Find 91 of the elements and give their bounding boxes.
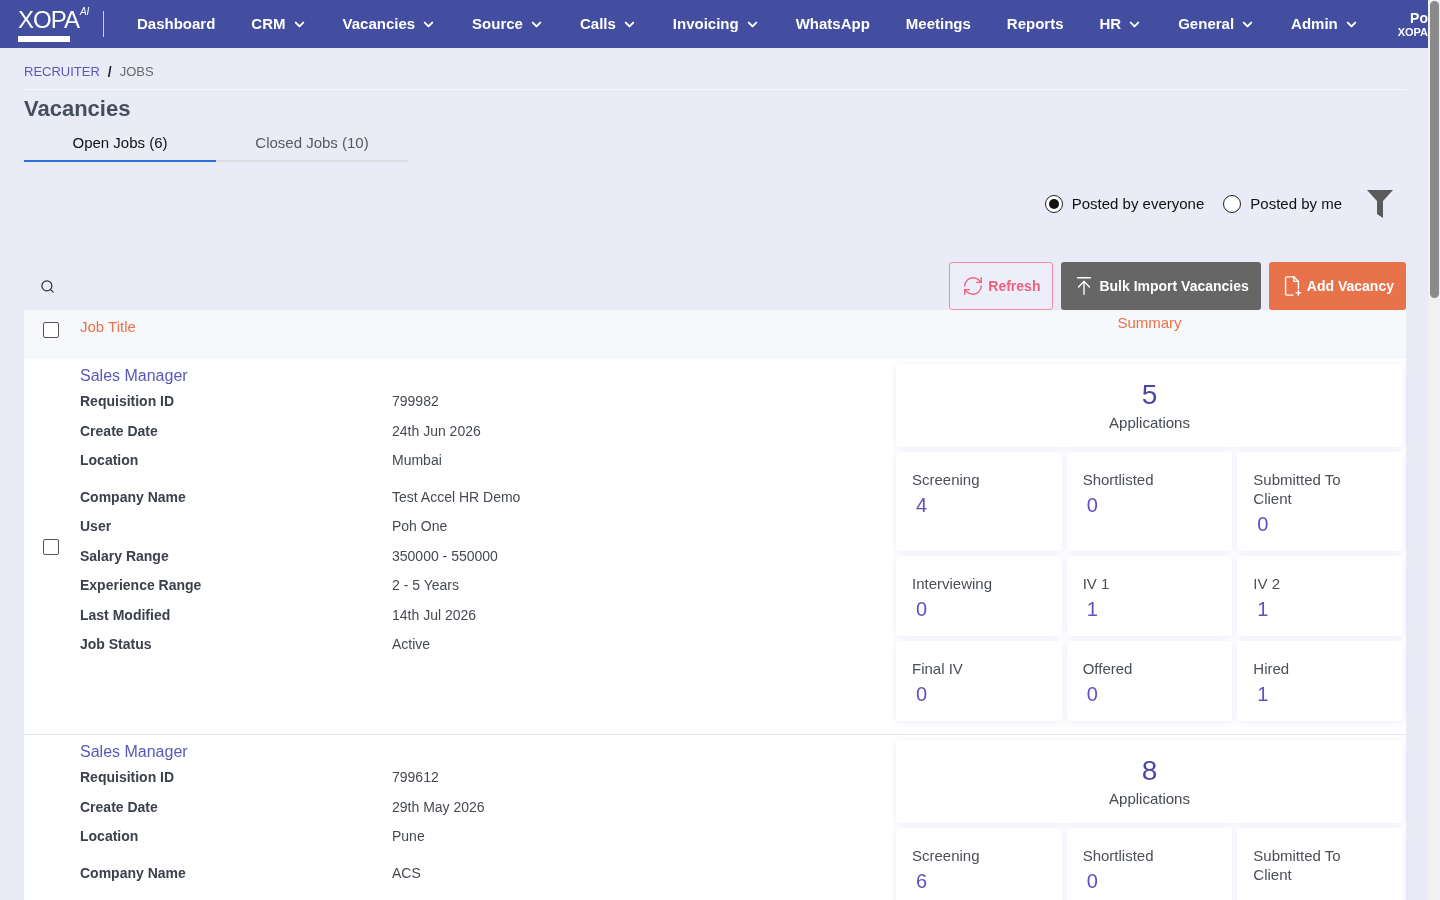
stage-label: Final IV <box>912 659 964 678</box>
stage-count: 6 <box>916 869 928 894</box>
stage-label: IV 1 <box>1082 574 1111 593</box>
breadcrumb-link[interactable]: RECRUITER <box>24 62 100 82</box>
stage-count: 0 <box>916 597 928 622</box>
stage-count: 0 <box>1086 682 1098 707</box>
stage-count: 0 <box>916 682 928 707</box>
row-checkbox[interactable] <box>43 538 59 555</box>
field-label: Requisition ID <box>80 768 175 788</box>
nav-menu-item[interactable]: CRM <box>251 12 307 36</box>
field-value: ACS <box>392 863 421 883</box>
field-value: 24th Jun 2026 <box>392 421 481 441</box>
field-label: Experience Range <box>80 576 202 596</box>
applications-count: 5 <box>1141 378 1158 412</box>
scrollbar-thumb[interactable] <box>1429 1 1439 298</box>
nav-menu-item[interactable]: Meetings <box>905 12 971 36</box>
stage-count: 0 <box>1257 512 1269 537</box>
nav-menu-item[interactable]: Admin <box>1291 12 1359 36</box>
field-value: 29th May 2026 <box>392 797 485 817</box>
nav-menu-item[interactable]: Reports <box>1006 12 1064 36</box>
user-name[interactable]: Po <box>1410 10 1428 26</box>
stage-label: Offered <box>1082 659 1134 678</box>
user-company: XOPA <box>1397 25 1428 38</box>
search-icon[interactable] <box>40 278 55 294</box>
applications-label: Applications <box>1109 413 1190 433</box>
job-title-link[interactable]: Sales Manager <box>80 365 188 387</box>
stage-label: Screening <box>912 846 981 865</box>
field-label: Location <box>80 827 139 847</box>
field-value: 799612 <box>392 768 439 788</box>
radio-label[interactable]: Posted by me <box>1250 192 1342 216</box>
field-label: Salary Range <box>80 546 169 566</box>
field-label: Last Modified <box>80 605 171 625</box>
nav-menu-item[interactable]: Calls <box>579 12 637 36</box>
field-value: 350000 - 550000 <box>392 546 498 566</box>
radio-button[interactable] <box>1044 195 1063 213</box>
logo-superscript: AI <box>79 6 90 17</box>
field-value: 14th Jul 2026 <box>392 605 477 625</box>
nav-menu-item[interactable]: Source <box>472 12 544 36</box>
refresh-icon <box>962 275 985 297</box>
stage-label: Hired <box>1253 659 1291 678</box>
nav-menu-item[interactable]: HR <box>1099 12 1143 36</box>
field-value: 2 - 5 Years <box>392 576 459 596</box>
stage-label: Shortlisted <box>1082 846 1155 865</box>
field-label: Company Name <box>80 487 186 507</box>
breadcrumb-current: JOBS <box>119 63 154 82</box>
logo-tagline-strip <box>18 35 70 42</box>
field-label: Location <box>80 451 139 471</box>
page-title: Vacancies <box>24 95 131 123</box>
stage-label: Submitted To Client <box>1253 846 1342 884</box>
nav-menu-item[interactable]: WhatsApp <box>795 12 870 36</box>
nav-menu-item[interactable]: Dashboard <box>137 12 216 36</box>
applications-count: 8 <box>1141 754 1158 788</box>
field-label: Company Name <box>80 863 186 883</box>
applications-label: Applications <box>1109 789 1190 809</box>
stage-count: 1 <box>1257 682 1269 707</box>
stage-label: Interviewing <box>912 574 994 593</box>
job-title-link[interactable]: Sales Manager <box>80 741 188 763</box>
select-all-checkbox[interactable] <box>43 322 59 338</box>
field-value: Test Accel HR Demo <box>392 487 521 507</box>
field-value: Pune <box>392 827 425 847</box>
stage-label: Screening <box>912 470 981 489</box>
radio-button[interactable] <box>1223 195 1242 213</box>
filter-icon[interactable] <box>1367 190 1393 218</box>
bulk-import-button[interactable]: Bulk Import Vacancies <box>1061 262 1261 310</box>
field-label: Job Status <box>80 635 152 655</box>
field-value: Active <box>392 635 431 655</box>
stage-count: 0 <box>1086 493 1098 518</box>
field-label: Requisition ID <box>80 392 175 412</box>
tab[interactable]: Open Jobs (6) <box>24 126 216 162</box>
column-header: Summary <box>1117 313 1182 333</box>
radio-label[interactable]: Posted by everyone <box>1071 192 1205 216</box>
stage-count: 0 <box>1086 869 1098 894</box>
field-label: Create Date <box>80 797 158 817</box>
field-label: Create Date <box>80 421 158 441</box>
stage-label: Submitted To Client <box>1253 470 1342 508</box>
field-value: 799982 <box>392 392 439 412</box>
field-label: User <box>80 517 112 537</box>
nav-menu-item[interactable]: General <box>1178 12 1256 36</box>
stage-count: 1 <box>1086 597 1098 622</box>
stage-count: 4 <box>916 493 928 518</box>
nav-menu-item[interactable]: Vacancies <box>342 12 437 36</box>
breadcrumb-separator: / <box>107 62 112 82</box>
field-value: Poh One <box>392 517 448 537</box>
column-header: Job Title <box>80 317 136 337</box>
stage-count: 1 <box>1257 597 1269 622</box>
nav-menu-item[interactable]: Invoicing <box>672 12 760 36</box>
field-value: Mumbai <box>392 451 442 471</box>
logo-wordmark[interactable]: XOPA <box>18 6 79 33</box>
tab[interactable]: Closed Jobs (10) <box>216 126 408 162</box>
stage-label: Shortlisted <box>1082 470 1155 489</box>
stage-label: IV 2 <box>1253 574 1281 593</box>
